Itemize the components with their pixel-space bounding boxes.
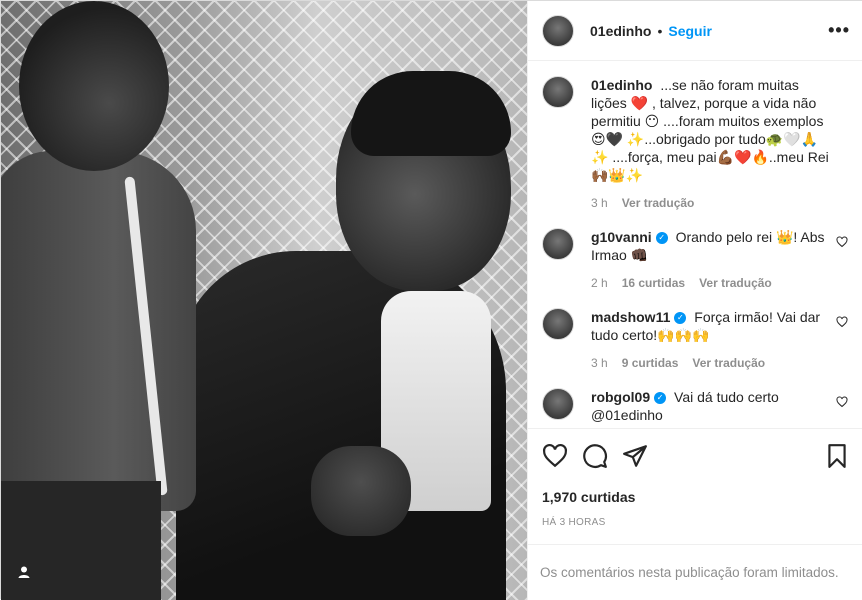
user-tag-button[interactable] <box>10 558 38 586</box>
post-actions: 1,970 curtidas HÁ 3 HORAS <box>528 428 862 528</box>
comment-avatar[interactable] <box>542 388 574 420</box>
comment-avatar[interactable] <box>542 308 574 340</box>
photo-boy-head <box>19 1 169 171</box>
caption-time[interactable]: 3 h <box>591 194 608 212</box>
comment-username[interactable]: robgol09 <box>591 389 650 405</box>
verified-badge-icon: ✓ <box>674 312 687 325</box>
user-tag-icon <box>18 566 30 578</box>
comment-username[interactable]: madshow11 <box>591 309 670 325</box>
comment-icon[interactable] <box>582 443 608 469</box>
more-options-button[interactable]: ••• <box>828 20 850 41</box>
author-avatar[interactable] <box>542 14 574 47</box>
caption: 01edinho ...se não foram muitas lições ❤… <box>542 76 850 212</box>
photo-boy-jacket <box>1 151 196 511</box>
comment-like-heart-icon[interactable] <box>836 316 848 328</box>
bookmark-icon[interactable] <box>824 443 850 469</box>
comment-avatar[interactable] <box>542 228 574 260</box>
heart-icon[interactable] <box>542 443 568 469</box>
caption-username[interactable]: 01edinho <box>591 77 652 93</box>
post-modal: 01edinho • Seguir ••• 01edinho ...se não… <box>0 0 862 600</box>
comment-likes[interactable]: 16 curtidas <box>622 274 685 292</box>
comment-item: robgol09 ✓ Vai dá tudo certo @01edinho <box>542 388 850 424</box>
comments-list[interactable]: 01edinho ...se não foram muitas lições ❤… <box>528 62 862 427</box>
comment-time[interactable]: 3 h <box>591 354 608 372</box>
comment-item: madshow11 ✓ Força irmão! Vai dar tudo cer… <box>542 308 850 372</box>
comment-like-heart-icon[interactable] <box>836 396 848 408</box>
post-side-panel: 01edinho • Seguir ••• 01edinho ...se não… <box>527 1 862 600</box>
post-photo[interactable] <box>1 1 527 600</box>
photo-man-hair <box>351 71 511 156</box>
post-date[interactable]: HÁ 3 HORAS <box>542 517 850 528</box>
comment-translate-link[interactable]: Ver tradução <box>699 274 772 292</box>
comment-translate-link[interactable]: Ver tradução <box>692 354 765 372</box>
photo-man-hand <box>311 446 411 536</box>
follow-button[interactable]: Seguir <box>668 23 712 39</box>
author-username[interactable]: 01edinho <box>590 23 651 39</box>
comment-item: g10vanni ✓ Orando pelo rei 👑! Abs Irmao 👊… <box>542 228 850 292</box>
comments-limited-notice: Os comentários nesta publicação foram li… <box>528 544 862 600</box>
verified-badge-icon: ✓ <box>655 232 668 245</box>
post-header: 01edinho • Seguir ••• <box>528 1 862 61</box>
comment-username[interactable]: g10vanni <box>591 229 652 245</box>
comment-time[interactable]: 2 h <box>591 274 608 292</box>
header-separator: • <box>657 22 663 39</box>
caption-translate-link[interactable]: Ver tradução <box>622 194 695 212</box>
share-icon[interactable] <box>622 443 648 469</box>
caption-author-avatar[interactable] <box>542 76 574 108</box>
comment-like-heart-icon[interactable] <box>836 236 848 248</box>
comment-likes[interactable]: 9 curtidas <box>622 354 679 372</box>
verified-badge-icon: ✓ <box>654 392 667 405</box>
likes-count[interactable]: 1,970 curtidas <box>542 489 850 505</box>
